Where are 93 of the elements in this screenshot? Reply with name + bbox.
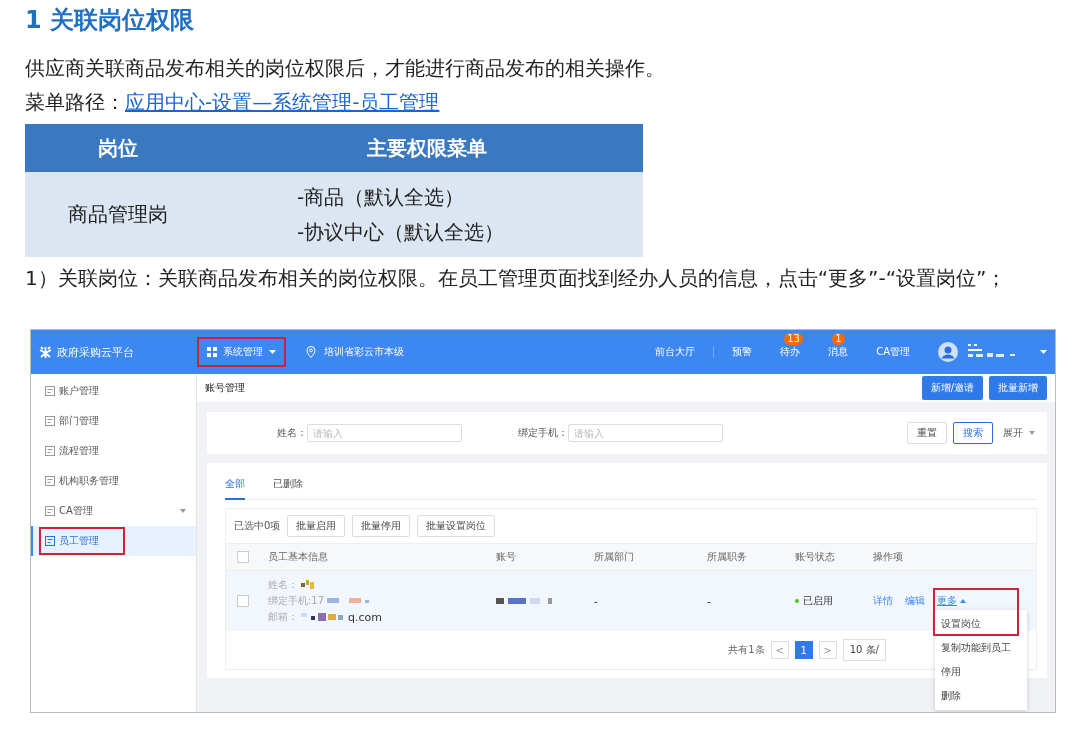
caret-up-icon[interactable] bbox=[960, 599, 966, 603]
table-cell-text: - bbox=[593, 595, 599, 607]
redacted-email-icon bbox=[301, 611, 345, 623]
caret-icon[interactable] bbox=[180, 509, 186, 513]
caret-icon bbox=[269, 350, 276, 354]
prev-page-button[interactable]: < bbox=[770, 641, 789, 659]
nav-link[interactable]: 前台大厅 bbox=[655, 346, 696, 357]
column-header: 所属部门 bbox=[593, 550, 635, 564]
location-pin-icon bbox=[306, 346, 316, 358]
input-field[interactable]: 请输入 bbox=[568, 424, 723, 442]
next-page-button[interactable]: > bbox=[818, 641, 837, 659]
column-header: 员工基本信息 bbox=[267, 550, 329, 564]
menu-item-icon bbox=[45, 536, 55, 546]
batch-button[interactable]: 批量启用 bbox=[287, 515, 346, 537]
action-link[interactable]: 详情 bbox=[873, 594, 893, 608]
sidebar-item[interactable]: 账户管理 bbox=[31, 376, 196, 406]
table-cell-text: -商品（默认全选） bbox=[297, 183, 466, 211]
sidebar-item-label: CA管理 bbox=[39, 497, 99, 525]
step-text: 1）关联岗位：关联商品发布相关的岗位权限。在员工管理页面找到经办人员的信息，点击“更多”-“设置岗位”； bbox=[25, 265, 1008, 292]
sidebar-item-label: 账户管理 bbox=[39, 377, 105, 405]
table-cell-text: 商品管理岗 bbox=[67, 201, 169, 228]
column-header: 账号状态 bbox=[794, 550, 836, 564]
location-label: 培训省彩云市本级 bbox=[324, 345, 404, 359]
input-field[interactable]: 请输入 bbox=[307, 424, 462, 442]
status-text: 已启用 bbox=[803, 594, 833, 608]
total-count: 共有1条 bbox=[728, 643, 765, 657]
info-label: 邮箱： bbox=[268, 610, 298, 624]
sidebar-item[interactable]: CA管理 bbox=[31, 496, 196, 526]
caret-icon[interactable] bbox=[1040, 350, 1047, 354]
menu-item-icon bbox=[45, 506, 55, 516]
action-link[interactable]: 编辑 bbox=[905, 594, 925, 608]
sidebar-item[interactable]: 员工管理 bbox=[31, 526, 196, 556]
count-badge: 13 bbox=[784, 333, 803, 345]
section-heading: 1 关联岗位权限 bbox=[25, 5, 196, 36]
menu-item[interactable]: 复制功能到员工 bbox=[935, 636, 1027, 660]
menu-item-icon bbox=[45, 446, 55, 456]
column-header: 岗位 bbox=[97, 134, 139, 162]
user-avatar-icon bbox=[938, 342, 958, 362]
sidebar-item[interactable]: 流程管理 bbox=[31, 436, 196, 466]
selected-count: 已选中0项 bbox=[234, 519, 281, 533]
info-label: 绑定手机:17 bbox=[268, 594, 325, 608]
column-header: 主要权限菜单 bbox=[366, 134, 488, 162]
sidebar-item-label: 部门管理 bbox=[39, 407, 105, 435]
nav-link[interactable]: CA管理 bbox=[876, 346, 910, 357]
sidebar-item[interactable]: 部门管理 bbox=[31, 406, 196, 436]
menu-item[interactable]: 删除 bbox=[935, 684, 1027, 708]
batch-button[interactable]: 批量停用 bbox=[352, 515, 411, 537]
primary-button[interactable]: 新增/邀请 bbox=[921, 376, 983, 400]
sidebar-item[interactable]: 机构职务管理 bbox=[31, 466, 196, 496]
info-label: 姓名： bbox=[268, 578, 298, 592]
tab[interactable]: 已删除 bbox=[273, 470, 303, 500]
column-header: 所属职务 bbox=[706, 550, 748, 564]
menu-path-link[interactable]: 应用中心-设置—系统管理-员工管理 bbox=[125, 90, 440, 114]
menu-item[interactable]: 停用 bbox=[935, 660, 1027, 684]
system-menu-button[interactable]: 系统管理 bbox=[197, 337, 286, 367]
sidebar-item-label: 机构职务管理 bbox=[39, 467, 125, 495]
menu-item-icon bbox=[45, 386, 55, 396]
checkbox[interactable] bbox=[237, 551, 249, 563]
count-badge: 1 bbox=[832, 333, 845, 345]
grid-icon bbox=[207, 347, 217, 357]
page-size-select[interactable]: 10 条/ bbox=[842, 639, 886, 661]
column-header: 操作项 bbox=[872, 550, 904, 564]
tab[interactable]: 全部 bbox=[225, 470, 245, 500]
redacted-name-icon bbox=[301, 580, 315, 590]
menu-path-label: 菜单路径： bbox=[25, 90, 125, 114]
nav-link[interactable]: 待办 bbox=[780, 346, 801, 357]
table-cell-text: -协议中心（默认全选） bbox=[297, 218, 506, 246]
page-button[interactable]: 1 bbox=[794, 641, 813, 659]
reset-button[interactable]: 重置 bbox=[907, 422, 947, 444]
brand-name: 政府采购云平台 bbox=[57, 344, 134, 360]
primary-button[interactable]: 批量新增 bbox=[989, 376, 1047, 400]
more-link[interactable]: 更多 bbox=[937, 594, 957, 608]
expand-toggle[interactable]: 展开 bbox=[1003, 426, 1023, 440]
menu-item[interactable]: 设置岗位 bbox=[935, 612, 1027, 636]
field-label: 绑定手机： bbox=[518, 426, 568, 440]
logo-icon bbox=[39, 345, 52, 359]
checkbox[interactable] bbox=[237, 595, 249, 607]
batch-button[interactable]: 批量设置岗位 bbox=[417, 515, 496, 537]
caret-icon[interactable] bbox=[1029, 431, 1035, 435]
menu-item-icon bbox=[45, 416, 55, 426]
intro-text: 供应商关联商品发布相关的岗位权限后，才能进行商品发布的相关操作。 bbox=[25, 55, 666, 82]
page-title: 账号管理 bbox=[205, 381, 245, 395]
sidebar-item-label: 员工管理 bbox=[39, 527, 125, 555]
table-cell-text: - bbox=[706, 595, 712, 607]
menu-item-icon bbox=[45, 476, 55, 486]
redacted-phone-icon bbox=[327, 597, 372, 605]
email-text: q.com bbox=[348, 610, 382, 624]
field-label: 姓名： bbox=[277, 426, 307, 440]
column-header: 账号 bbox=[495, 550, 517, 564]
nav-link[interactable]: 消息 bbox=[828, 346, 849, 357]
nav-link[interactable]: 预警 bbox=[732, 346, 753, 357]
search-button[interactable]: 搜索 bbox=[953, 422, 993, 444]
sidebar-item-label: 流程管理 bbox=[39, 437, 105, 465]
